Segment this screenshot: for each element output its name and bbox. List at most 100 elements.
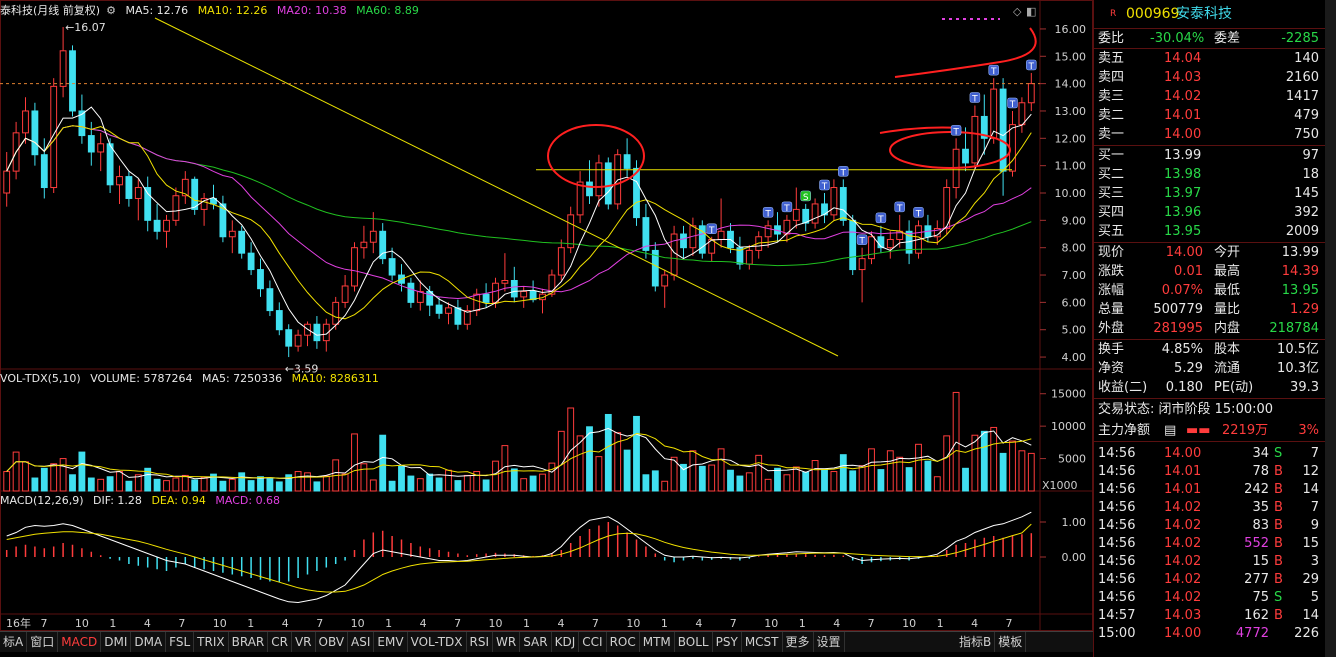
volume-bar[interactable]	[172, 477, 180, 492]
volume-bar[interactable]	[689, 450, 697, 492]
volume-bar[interactable]	[31, 477, 39, 492]
volume-bar[interactable]	[106, 476, 114, 492]
volume-bar[interactable]	[116, 471, 123, 492]
candle[interactable]	[473, 293, 481, 312]
candle[interactable]	[886, 238, 894, 249]
candle[interactable]	[22, 110, 29, 134]
candle[interactable]	[369, 230, 377, 243]
candle[interactable]	[764, 225, 772, 238]
tab-5[interactable]: FSL	[166, 632, 195, 652]
trend-line[interactable]	[154, 17, 839, 357]
volume-bar[interactable]	[322, 475, 330, 492]
candle[interactable]	[163, 219, 170, 232]
volume-bar[interactable]	[633, 415, 640, 492]
candle[interactable]	[238, 230, 246, 254]
volume-bar[interactable]	[426, 473, 434, 492]
volume-bar[interactable]	[999, 452, 1007, 492]
volume-bar[interactable]	[924, 460, 932, 492]
candle[interactable]	[510, 280, 518, 298]
volume-bar[interactable]	[990, 426, 998, 492]
candle[interactable]	[492, 282, 499, 303]
tab-11[interactable]: ASI	[348, 632, 375, 652]
volume-bar[interactable]	[463, 474, 471, 492]
volume-bar[interactable]	[698, 465, 706, 492]
tab-23[interactable]: MCST	[742, 632, 783, 652]
right-tab-1[interactable]: 模板	[995, 632, 1027, 652]
candle[interactable]	[172, 195, 180, 221]
volume-bar[interactable]	[839, 454, 847, 492]
volume-bar[interactable]	[482, 479, 490, 492]
tab-14[interactable]: RSI	[467, 632, 494, 652]
candle[interactable]	[482, 293, 490, 303]
volume-bar[interactable]	[877, 469, 885, 492]
candle[interactable]	[40, 154, 48, 189]
tab-22[interactable]: PSY	[713, 632, 742, 652]
volume-bar[interactable]	[388, 480, 396, 492]
volume-bar[interactable]	[830, 471, 838, 492]
candle[interactable]	[849, 219, 857, 271]
candle[interactable]	[106, 143, 114, 186]
volume-bar[interactable]	[50, 463, 58, 492]
volume-bar[interactable]	[40, 467, 48, 492]
volume-bar[interactable]	[219, 480, 227, 492]
volume-bar[interactable]	[22, 461, 29, 492]
volume-bar[interactable]	[623, 449, 631, 492]
volume-bar[interactable]	[1009, 440, 1016, 492]
candle[interactable]	[971, 115, 979, 164]
volume-bar[interactable]	[858, 465, 866, 492]
volume-bar[interactable]	[661, 480, 669, 492]
candle[interactable]	[557, 247, 565, 276]
candle[interactable]	[50, 85, 58, 189]
candle[interactable]	[97, 143, 105, 153]
candle[interactable]	[830, 187, 838, 216]
volume-bar[interactable]	[360, 463, 368, 492]
candle[interactable]	[642, 217, 650, 251]
candle[interactable]	[285, 329, 293, 347]
tab-6[interactable]: TRIX	[194, 632, 229, 652]
volume-bar[interactable]	[445, 469, 452, 492]
tab-15[interactable]: WR	[493, 632, 521, 652]
volume-bar[interactable]	[520, 478, 528, 492]
candle[interactable]	[153, 219, 161, 232]
candle[interactable]	[275, 310, 283, 331]
tab-20[interactable]: MTM	[640, 632, 675, 652]
tab-24[interactable]: 更多	[783, 632, 814, 652]
candle[interactable]	[134, 187, 142, 199]
volume-bar[interactable]	[435, 477, 443, 492]
tab-25[interactable]: 设置	[814, 632, 845, 652]
candle[interactable]	[228, 230, 236, 238]
volume-bar[interactable]	[407, 475, 415, 492]
volume-bar[interactable]	[651, 470, 659, 492]
candle[interactable]	[811, 203, 819, 224]
volume-bar[interactable]	[567, 407, 575, 492]
candle[interactable]	[313, 323, 321, 342]
volume-bar[interactable]	[369, 479, 377, 492]
volume-bar[interactable]	[294, 471, 302, 492]
candle[interactable]	[501, 280, 509, 284]
volume-bar[interactable]	[717, 448, 725, 492]
candle[interactable]	[144, 187, 152, 221]
volume-bar[interactable]	[821, 468, 828, 492]
tab-9[interactable]: VR	[292, 632, 316, 652]
volume-bar[interactable]	[275, 481, 283, 492]
tab-19[interactable]: ROC	[607, 632, 640, 652]
volume-bar[interactable]	[341, 473, 349, 492]
volume-bar[interactable]	[849, 470, 857, 492]
candle[interactable]	[445, 307, 452, 314]
tab-1[interactable]: 窗口	[27, 632, 59, 652]
volume-bar[interactable]	[69, 474, 76, 492]
volume-bar[interactable]	[3, 471, 11, 492]
volume-bar[interactable]	[586, 426, 593, 492]
volume-bar[interactable]	[78, 451, 86, 492]
candle[interactable]	[604, 162, 612, 205]
volume-bar[interactable]	[351, 433, 358, 492]
volume-bar[interactable]	[153, 478, 161, 492]
candle[interactable]	[435, 304, 443, 314]
volume-bar[interactable]	[529, 475, 537, 492]
candle[interactable]	[341, 285, 349, 303]
candle[interactable]	[680, 233, 687, 249]
candle[interactable]	[661, 274, 669, 287]
volume-bar[interactable]	[886, 450, 894, 492]
volume-bar[interactable]	[398, 465, 405, 492]
candle[interactable]	[623, 154, 631, 169]
